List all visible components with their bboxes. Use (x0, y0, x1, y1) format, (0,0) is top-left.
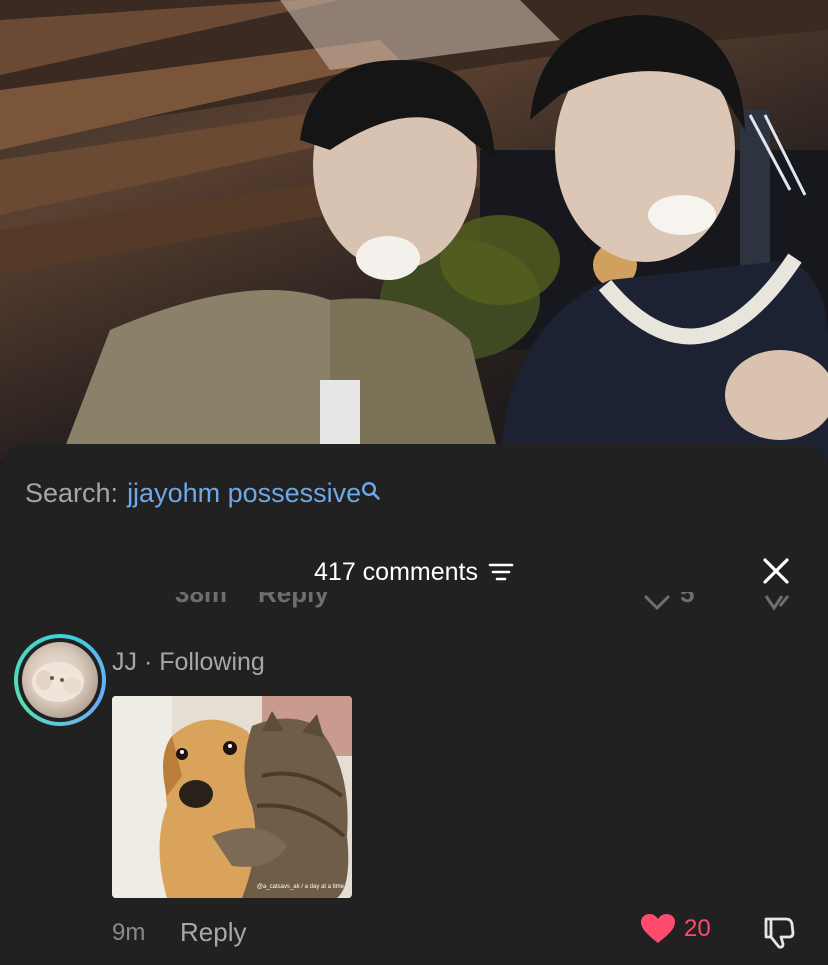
dislike-icon[interactable] (760, 913, 798, 951)
search-icon[interactable] (361, 481, 381, 501)
dog-cat-gif-image: @a_catsavs_ak / a day at a time (112, 696, 352, 898)
filter-icon[interactable] (488, 561, 514, 583)
username[interactable]: JJ (112, 648, 137, 676)
comments-header: 417 comments (0, 552, 828, 592)
video-player[interactable] (0, 0, 828, 460)
separator-dot: · (143, 648, 153, 676)
search-query-link[interactable]: jjayohm possessive (127, 478, 361, 509)
comment-gif[interactable]: @a_catsavs_ak / a day at a time (112, 696, 352, 898)
search-suggestion[interactable]: Search: jjayohm possessive (25, 478, 381, 509)
reply-button[interactable]: Reply (180, 917, 246, 948)
avatar-image (22, 642, 98, 718)
previous-comment-footer: 38m Reply 5 (0, 592, 828, 622)
comments-count: 417 comments (314, 557, 478, 586)
following-status: Following (159, 648, 265, 676)
avatar-cat-picture (32, 662, 84, 702)
close-icon[interactable] (760, 555, 792, 587)
previous-comment-like-count: 5 (680, 592, 695, 608)
previous-dislike-icon[interactable] (762, 592, 792, 618)
previous-comment-reply[interactable]: Reply (258, 592, 329, 609)
search-prefix: Search: (25, 478, 119, 508)
like-count: 20 (684, 915, 711, 942)
previous-like-icon[interactable] (642, 592, 672, 618)
comment-author-line[interactable]: JJ · Following (112, 648, 265, 677)
previous-comment-time: 38m (175, 592, 228, 608)
gif-watermark: @a_catsavs_ak / a day at a time (257, 884, 345, 890)
heart-icon[interactable] (640, 913, 676, 945)
like-button[interactable]: 20 (640, 913, 711, 945)
video-frame (0, 0, 828, 460)
avatar[interactable] (14, 634, 106, 726)
avatar-border (18, 638, 102, 722)
comment-time: 9m (112, 919, 146, 946)
